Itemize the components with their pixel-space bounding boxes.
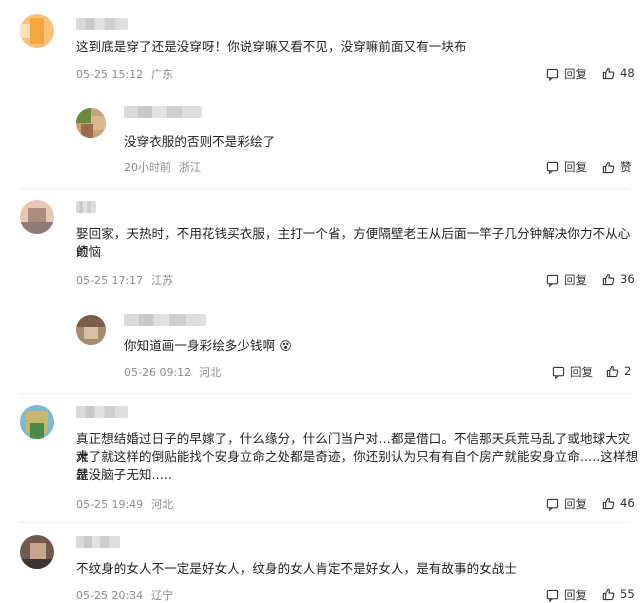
comment-text-line3: 是没脑子无知.....: [76, 467, 172, 482]
username[interactable]: [124, 106, 202, 118]
like-button[interactable]: 46: [602, 496, 635, 510]
divider: [20, 522, 630, 523]
thumbs-up-icon: [602, 588, 615, 600]
dizzy-face-emoji: 😵: [279, 339, 292, 353]
comment-text-body: 你知道画一身彩绘多少钱啊: [124, 338, 276, 353]
comment-actions: 回复 48: [546, 66, 636, 82]
reply-button[interactable]: 回复: [546, 272, 587, 288]
reply-label: 回复: [564, 273, 587, 287]
comment-location: 浙江: [179, 161, 201, 174]
thumbs-up-icon: [606, 365, 619, 377]
reply-icon: [546, 274, 559, 287]
like-button[interactable]: 2: [606, 364, 631, 378]
comment-text: 不纹身的女人不一定是好女人，纹身的女人肯定不是好女人，是有故事的女战士: [76, 561, 518, 576]
comment-date: 05-26 09:12: [124, 366, 192, 379]
reply-button[interactable]: 回复: [546, 496, 587, 512]
divider: [20, 393, 630, 394]
username[interactable]: [76, 536, 120, 548]
comment-location: 河北: [199, 366, 222, 379]
username[interactable]: [124, 314, 206, 326]
reply-label: 回复: [564, 67, 587, 81]
like-count: 赞: [620, 160, 632, 174]
comment-actions: 回复 55: [546, 587, 636, 603]
comment-meta: 05-25 15:12 广东: [76, 66, 173, 82]
like-button[interactable]: 36: [602, 272, 635, 286]
comment-actions: 回复 2: [552, 364, 636, 380]
comment-actions: 回复 36: [546, 272, 636, 288]
comment-text: 没穿衣服的否则不是彩绘了: [124, 134, 276, 149]
comment-meta: 05-25 19:49 河北: [76, 496, 173, 512]
like-count: 48: [620, 66, 635, 80]
reply-icon: [546, 68, 559, 81]
comment-date: 20小时前: [124, 161, 171, 174]
avatar[interactable]: [20, 535, 54, 569]
comment-meta: 05-26 09:12 河北: [124, 364, 221, 380]
comment-meta: 05-25 17:17 江苏: [76, 272, 173, 288]
comment-text-line1: 娶回家，天热时，不用花钱买衣服，主打一个省，方便隔壁老王从后面一竿子几分钟解决你…: [76, 226, 631, 259]
thumbs-up-icon: [602, 273, 615, 285]
comment-date: 05-25 15:12: [76, 68, 144, 81]
reply-icon: [546, 161, 559, 174]
reply-icon: [546, 589, 559, 602]
comment-text: 这到底是穿了还是没穿呀！你说穿嘛又看不见，没穿嘛前面又有一块布: [76, 39, 467, 54]
avatar[interactable]: [76, 108, 106, 138]
like-button[interactable]: 55: [602, 587, 635, 601]
comment-text-line2: 烦恼: [76, 244, 102, 259]
comment-location: 广东: [151, 68, 174, 81]
avatar[interactable]: [20, 200, 54, 234]
thumbs-up-icon: [602, 67, 615, 79]
comment-location: 河北: [151, 498, 174, 511]
like-count: 55: [620, 587, 635, 601]
like-count: 46: [620, 496, 635, 510]
reply-label: 回复: [564, 588, 587, 602]
reply-label: 回复: [564, 160, 587, 174]
comment-actions: 回复 赞: [546, 159, 636, 175]
username[interactable]: [76, 201, 96, 213]
comment-actions: 回复 46: [546, 496, 636, 512]
comment-date: 05-25 20:34: [76, 589, 144, 602]
divider: [20, 188, 630, 189]
comment-location: 江苏: [151, 274, 174, 287]
comment-meta: 05-25 20:34 辽宁: [76, 587, 173, 603]
comment-date: 05-25 17:17: [76, 274, 144, 287]
like-count: 2: [624, 364, 632, 378]
avatar[interactable]: [20, 14, 54, 48]
like-count: 36: [620, 272, 635, 286]
comment-meta: 20小时前 浙江: [124, 159, 201, 175]
username[interactable]: [76, 406, 128, 418]
reply-button[interactable]: 回复: [552, 364, 593, 380]
reply-icon: [546, 498, 559, 511]
reply-button[interactable]: 回复: [546, 66, 587, 82]
username[interactable]: [76, 18, 128, 30]
reply-button[interactable]: 回复: [546, 587, 587, 603]
reply-button[interactable]: 回复: [546, 159, 587, 175]
thumbs-up-icon: [602, 161, 615, 173]
reply-label: 回复: [564, 497, 587, 511]
avatar[interactable]: [20, 405, 54, 439]
comment-location: 辽宁: [151, 589, 174, 602]
reply-label: 回复: [570, 365, 593, 379]
like-button[interactable]: 赞: [602, 159, 632, 175]
like-button[interactable]: 48: [602, 66, 635, 80]
comment-date: 05-25 19:49: [76, 498, 144, 511]
reply-icon: [552, 366, 565, 379]
avatar[interactable]: [76, 315, 106, 345]
comment-text: 你知道画一身彩绘多少钱啊 😵: [124, 337, 292, 355]
thumbs-up-icon: [602, 497, 615, 509]
